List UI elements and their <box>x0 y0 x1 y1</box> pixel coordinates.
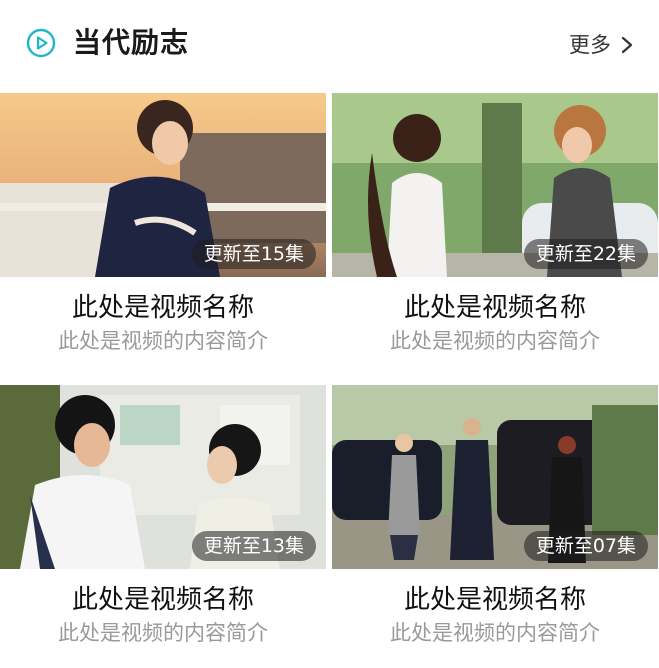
video-title[interactable]: 此处是视频名称 <box>0 291 326 325</box>
video-title[interactable]: 此处是视频名称 <box>332 291 658 325</box>
chevron-right-icon <box>621 36 633 54</box>
video-description: 此处是视频的内容简介 <box>390 621 600 645</box>
video-card[interactable]: 更新至15集 此处是视频名称 此处是视频的内容简介 <box>0 93 326 355</box>
video-thumbnail[interactable]: 更新至13集 <box>0 385 326 569</box>
episode-badge: 更新至15集 <box>191 239 316 269</box>
video-thumbnail[interactable]: 更新至22集 <box>332 93 658 277</box>
video-card[interactable]: 更新至13集 此处是视频名称 此处是视频的内容简介 <box>0 385 326 647</box>
video-card[interactable]: 更新至22集 此处是视频名称 此处是视频的内容简介 <box>332 93 658 355</box>
episode-badge: 更新至07集 <box>523 531 648 561</box>
section-header: 当代励志 更多 <box>0 0 659 92</box>
video-card[interactable]: 更新至07集 此处是视频名称 此处是视频的内容简介 <box>332 385 658 647</box>
video-description: 此处是视频的内容简介 <box>58 621 268 645</box>
video-thumbnail[interactable]: 更新至15集 <box>0 93 326 277</box>
more-label: 更多 <box>569 33 611 57</box>
video-description: 此处是视频的内容简介 <box>58 329 268 353</box>
episode-badge: 更新至22集 <box>523 239 648 269</box>
video-thumbnail[interactable]: 更新至07集 <box>332 385 658 569</box>
play-circle-icon[interactable] <box>26 28 56 58</box>
video-title[interactable]: 此处是视频名称 <box>332 583 658 617</box>
episode-badge: 更新至13集 <box>191 531 316 561</box>
video-description: 此处是视频的内容简介 <box>390 329 600 353</box>
video-title[interactable]: 此处是视频名称 <box>0 583 326 617</box>
more-button[interactable]: 更多 <box>569 30 633 60</box>
section-title: 当代励志 <box>73 26 190 59</box>
